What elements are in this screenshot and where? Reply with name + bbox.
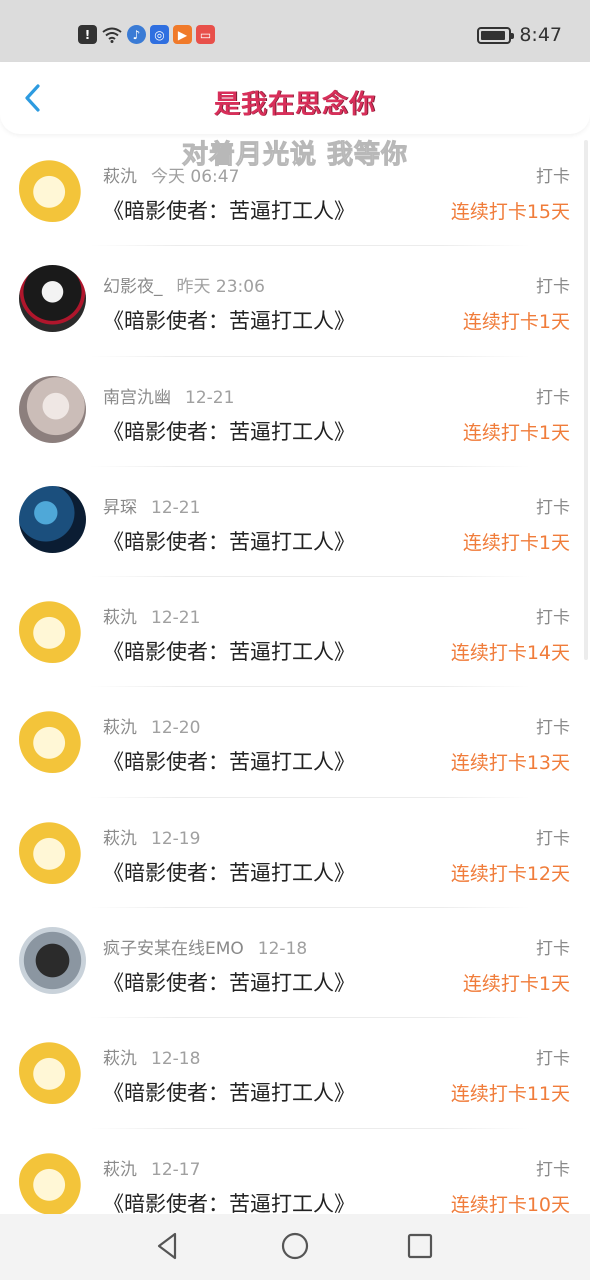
user-meta: 昇琛 12-21 [103, 493, 200, 518]
page-title: 是我在思念你 [213, 90, 376, 120]
list-item[interactable]: 疯子安某在线EMO 12-18 打卡《暗影使者：苦逼打工人》 连续打卡1天 [0, 908, 590, 1019]
avatar[interactable] [19, 1147, 86, 1215]
avatar[interactable] [19, 375, 86, 443]
list-item[interactable]: 萩氿 今天 06:47 打卡《暗影使者：苦逼打工人》 连续打卡15天 [0, 136, 590, 247]
user-meta: 萩氿 12-21 [103, 603, 200, 628]
avatar[interactable] [19, 927, 86, 995]
book-title[interactable]: 《暗影使者：苦逼打工人》 [103, 967, 355, 997]
user-name[interactable]: 幻影夜_ [103, 277, 163, 297]
status-icons: ! ♪ ◎ ▶ ▭ [78, 25, 215, 44]
streak-label: 连续打卡13天 [450, 752, 570, 775]
user-meta: 萩氿 12-17 [103, 1155, 200, 1180]
checkin-time: 昨天 23:06 [176, 277, 265, 298]
book-title[interactable]: 《暗影使者：苦逼打工人》 [103, 305, 355, 335]
checkin-time: 12-21 [151, 608, 201, 629]
battery-icon [477, 26, 515, 44]
checkin-label: 打卡 [536, 608, 570, 629]
list-item[interactable]: 萩氿 12-19 打卡《暗影使者：苦逼打工人》 连续打卡12天 [0, 798, 590, 909]
checkin-label: 打卡 [536, 167, 570, 187]
user-meta: 幻影夜_ 昨天 23:06 [103, 272, 265, 297]
avatar[interactable] [19, 155, 86, 222]
list-item[interactable]: 萩氿 12-20 打卡《暗影使者：苦逼打工人》 连续打卡13天 [0, 687, 590, 798]
list-item[interactable]: 南宫氿幽 12-21 打卡《暗影使者：苦逼打工人》 连续打卡1天 [0, 357, 590, 467]
user-name[interactable]: 萩氿 [103, 829, 137, 849]
user-name[interactable]: 萩氿 [103, 167, 137, 187]
checkin-time: 12-17 [151, 1159, 201, 1180]
book-title[interactable]: 《暗影使者：苦逼打工人》 [103, 526, 355, 556]
user-name[interactable]: 萩氿 [103, 1160, 137, 1180]
avatar[interactable] [19, 816, 86, 884]
user-name[interactable]: 萩氿 [103, 1049, 137, 1069]
user-name[interactable]: 萩氿 [103, 608, 137, 628]
streak-label: 连续打卡1天 [462, 421, 570, 444]
checkin-list: 萩氿 今天 06:47 打卡 《暗影使者：苦逼打工人》 连续打卡15天 幻影夜_ 昨天 23… [0, 136, 590, 1239]
user-meta: 疯子安某在线EMO 12-18 [103, 934, 307, 959]
user-meta: 萩氿 12-20 [103, 713, 200, 738]
user-name[interactable]: 昇琛 [103, 498, 137, 518]
user-meta: 萩氿 12-18 [103, 1044, 200, 1069]
system-nav-bar [0, 1214, 590, 1280]
streak-label: 连续打卡1天 [462, 311, 570, 334]
streak-label: 连续打卡14天 [450, 642, 570, 665]
avatar[interactable] [19, 596, 86, 664]
home-circle-icon[interactable] [280, 1231, 310, 1261]
bulb-app-icon: ◎ [150, 25, 169, 44]
avatar[interactable] [19, 1037, 86, 1105]
back-triangle-icon[interactable] [153, 1231, 183, 1261]
scrollbar[interactable] [584, 140, 588, 660]
book-title[interactable]: 《暗影使者：苦逼打工人》 [103, 416, 355, 446]
user-name[interactable]: 萩氿 [103, 718, 137, 738]
checkin-label: 打卡 [536, 387, 570, 408]
book-title[interactable]: 《暗影使者：苦逼打工人》 [103, 636, 355, 666]
clock: 8:47 [519, 24, 562, 46]
checkin-label: 打卡 [536, 1159, 570, 1180]
avatar[interactable] [19, 265, 86, 333]
book-title[interactable]: 《暗影使者：苦逼打工人》 [103, 857, 355, 887]
streak-label: 连续打卡15天 [450, 201, 570, 223]
user-meta: 南宫氿幽 12-21 [103, 383, 234, 408]
checkin-label: 打卡 [536, 277, 570, 298]
status-bar: ! ♪ ◎ ▶ ▭ 8:47 [0, 0, 590, 62]
book-title[interactable]: 《暗影使者：苦逼打工人》 [103, 1077, 355, 1107]
list-item[interactable]: 昇琛 12-21 打卡《暗影使者：苦逼打工人》 连续打卡1天 [0, 467, 590, 578]
user-meta: 萩氿 12-19 [103, 824, 200, 849]
list-item[interactable]: 萩氿 12-21 打卡《暗影使者：苦逼打工人》 连续打卡14天 [0, 577, 590, 688]
checkin-time: 12-21 [185, 387, 235, 408]
music-app-icon: ♪ [127, 25, 146, 44]
header-bar: 是我在思念你 [0, 62, 590, 134]
streak-label: 连续打卡10天 [450, 1193, 570, 1216]
streak-label: 连续打卡1天 [462, 531, 570, 554]
list-item[interactable]: 幻影夜_ 昨天 23:06 打卡《暗影使者：苦逼打工人》 连续打卡1天 [0, 246, 590, 357]
checkin-time: 12-20 [151, 718, 201, 739]
wifi-icon [101, 25, 123, 44]
user-meta: 萩氿 今天 06:47 [103, 162, 239, 187]
checkin-time: 今天 06:47 [151, 167, 240, 187]
checkin-time: 12-18 [257, 939, 308, 960]
alert-icon: ! [78, 25, 97, 44]
checkin-label: 打卡 [536, 497, 570, 518]
checkin-label: 打卡 [536, 718, 570, 739]
checkin-time: 12-19 [151, 828, 201, 849]
book-title[interactable]: 《暗影使者：苦逼打工人》 [103, 195, 355, 225]
checkin-label: 打卡 [536, 939, 570, 960]
checkin-label: 打卡 [536, 1049, 570, 1070]
streak-label: 连续打卡11天 [450, 1083, 570, 1106]
avatar[interactable] [19, 706, 86, 774]
video-app-icon: ▶ [173, 25, 192, 44]
avatar[interactable] [19, 485, 86, 553]
streak-label: 连续打卡1天 [462, 973, 570, 996]
red-app-icon: ▭ [196, 25, 215, 44]
book-title[interactable]: 《暗影使者：苦逼打工人》 [103, 746, 355, 776]
user-name[interactable]: 疯子安某在线EMO [103, 939, 244, 959]
streak-label: 连续打卡12天 [450, 862, 570, 885]
checkin-label: 打卡 [536, 828, 570, 849]
checkin-time: 12-21 [151, 497, 201, 518]
list-item[interactable]: 萩氿 12-18 打卡《暗影使者：苦逼打工人》 连续打卡11天 [0, 1018, 590, 1129]
checkin-time: 12-18 [151, 1049, 201, 1070]
user-name[interactable]: 南宫氿幽 [103, 388, 171, 408]
recents-square-icon[interactable] [405, 1231, 435, 1261]
